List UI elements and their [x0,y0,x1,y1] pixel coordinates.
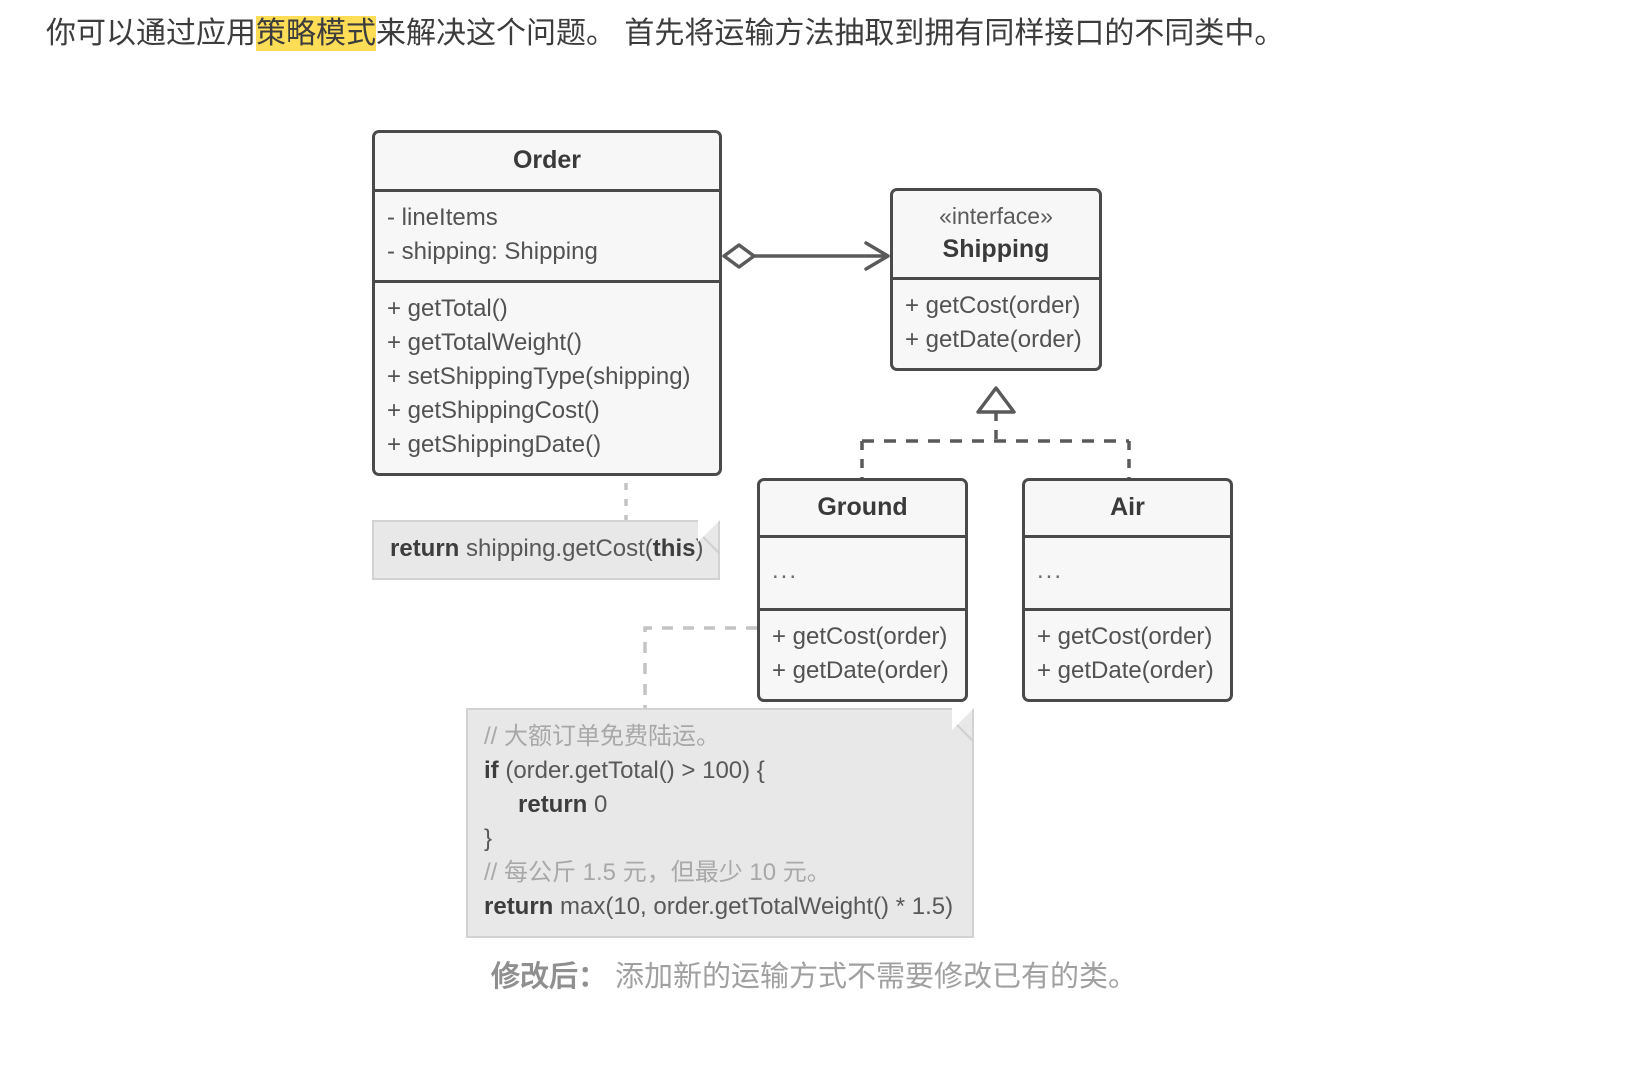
aggregation-diamond-icon [722,243,756,269]
uml-class-shipping[interactable]: «interface» Shipping + getCost(order) + … [890,188,1102,371]
note-ground-return-max: max(10, order.getTotalWeight() * 1.5) [553,893,954,920]
note-order-cost-line: return shipping.getCost(this) [390,532,703,566]
class-ground-methods-section: + getCost(order) + getDate(order) [760,611,965,699]
class-order-fields-section: - lineItems - shipping: Shipping [375,192,719,283]
note-ground-close-brace: } [484,825,493,852]
relation-order-shipping [722,241,890,271]
open-arrowhead-icon [864,241,890,271]
note-ground-code-line: return 0 [484,788,956,822]
caption-text: 添加新的运输方式不需要修改已有的类。 [606,961,1138,993]
class-air-method: + getDate(order) [1037,657,1214,684]
note-ground-code-line: } [484,822,956,856]
intro-text-before: 你可以通过应用 [46,17,256,50]
class-shipping-method: + getCost(order) [905,292,1081,319]
class-order-method: + getShippingDate() [387,431,602,458]
class-shipping-stereotype: «interface» [939,203,1053,229]
class-order-methods-section: + getTotal() + getTotalWeight() + setShi… [375,283,719,473]
note-ground-code-line: if (order.getTotal() > 100) { [484,754,956,788]
intro-highlighted-term: 策略模式 [256,16,376,51]
intro-paragraph: 你可以通过应用策略模式来解决这个问题。 首先将运输方法抽取到拥有同样接口的不同类… [46,12,1586,56]
class-ground-field: ... [772,557,799,584]
class-shipping-name: Shipping [942,235,1050,263]
figure-caption: 修改后： 添加新的运输方式不需要修改已有的类。 [0,955,1628,999]
uml-note-order-shipping-cost: return shipping.getCost(this) [372,520,737,580]
note-ground-comment-line: // 每公斤 1.5 元，但最少 10 元。 [484,859,831,886]
class-ground-method: + getCost(order) [772,623,948,650]
class-order-method: + getShippingCost() [387,397,600,424]
class-order-method: + getTotal() [387,295,508,322]
note-order-cost-expr: shipping.getCost( [459,535,653,562]
class-order-title-section: Order [375,133,719,192]
class-air-title-section: Air [1025,481,1230,538]
intro-text-after: 来解决这个问题。 首先将运输方法抽取到拥有同样接口的不同类中。 [376,17,1285,50]
class-shipping-methods-section: + getCost(order) + getDate(order) [893,280,1099,368]
uml-class-order[interactable]: Order - lineItems - shipping: Shipping +… [372,130,722,476]
note-keyword-return: return [390,535,460,562]
class-air-field: ... [1037,557,1064,584]
relation-realization-tree [860,386,1131,478]
inheritance-triangle-icon [976,386,1016,414]
note-keyword-this: this [652,535,696,562]
class-order-method: + getTotalWeight() [387,329,582,356]
uml-note-ground-get-cost: // 大额订单免费陆运。 if (order.getTotal() > 100)… [466,708,991,938]
class-ground-method: + getDate(order) [772,657,949,684]
class-order-field: - lineItems [387,204,498,231]
note-link-ground-cost [643,626,757,710]
note-ground-return-zero: 0 [587,791,608,818]
class-ground-name: Ground [817,493,908,521]
uml-class-ground[interactable]: Ground ... + getCost(order) + getDate(or… [757,478,968,702]
class-ground-title-section: Ground [760,481,965,538]
note-keyword-return: return [484,893,554,920]
class-shipping-title-section: «interface» Shipping [893,191,1099,280]
class-air-method: + getCost(order) [1037,623,1213,650]
note-ground-comment-line: // 大额订单免费陆运。 [484,723,721,750]
note-keyword-return: return [518,791,588,818]
uml-class-air[interactable]: Air ... + getCost(order) + getDate(order… [1022,478,1233,702]
class-shipping-method: + getDate(order) [905,326,1082,353]
class-order-field: - shipping: Shipping [387,238,598,265]
class-ground-fields-section: ... [760,538,965,611]
class-order-method: + setShippingType(shipping) [387,363,691,390]
note-keyword-if: if [484,757,499,784]
caption-label: 修改后： [490,961,607,993]
class-order-name: Order [512,146,582,174]
class-air-methods-section: + getCost(order) + getDate(order) [1025,611,1230,699]
class-air-name: Air [1110,493,1145,521]
class-air-fields-section: ... [1025,538,1230,611]
note-ground-code-line: return max(10, order.getTotalWeight() * … [484,890,956,924]
note-ground-if-condition: (order.getTotal() > 100) { [498,757,765,784]
